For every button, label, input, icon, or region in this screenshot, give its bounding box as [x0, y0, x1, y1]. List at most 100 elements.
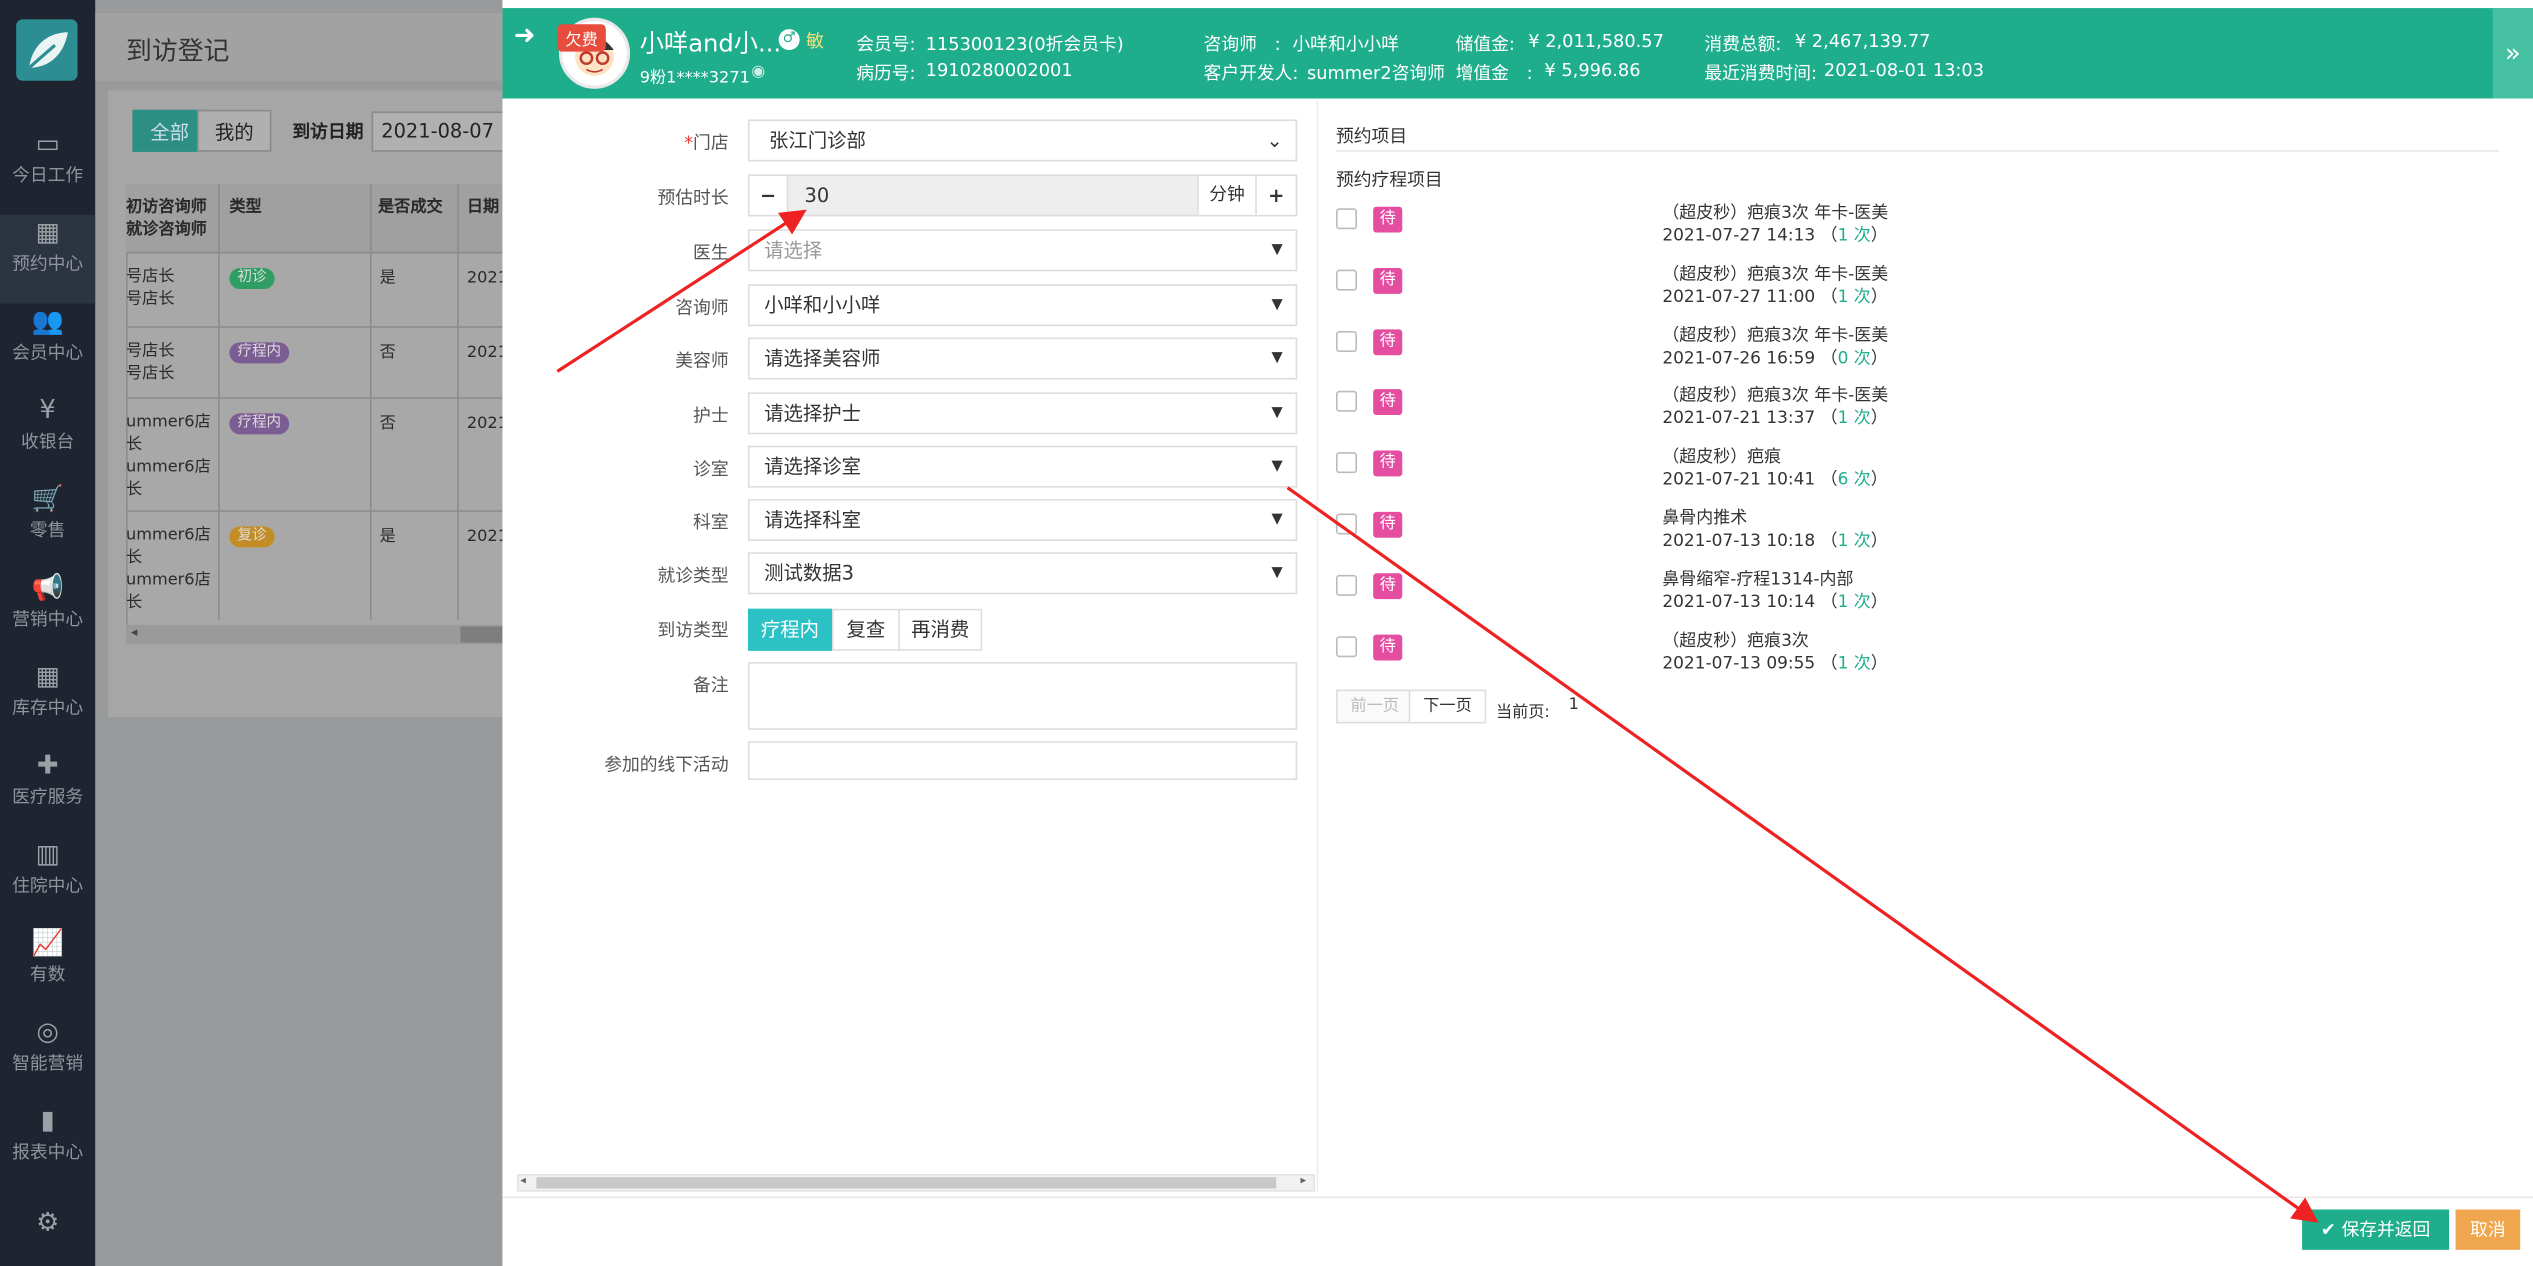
pending-badge: 待执行	[1373, 206, 1403, 279]
nav-item-label: 医疗服务	[12, 786, 84, 808]
plus-button[interactable]: +	[1255, 176, 1296, 215]
label-duration: 预估时长	[657, 187, 729, 209]
nav-item-2[interactable]: ▦ 预约中心	[0, 214, 96, 304]
item-date: 2021-07-13 10:14	[1662, 592, 1816, 612]
visit-type-review[interactable]: 复查	[831, 608, 900, 651]
monitor-icon: ▭	[35, 127, 60, 159]
nurse-value: 请选择护士	[764, 402, 862, 425]
item-name: （超皮秒）疤痕3次 年卡-医美	[1662, 386, 1889, 406]
page-number: 1	[1568, 695, 1579, 714]
table-cell-deal: 否	[379, 343, 396, 362]
section-title: 预约项目	[1336, 125, 1408, 147]
item-name: （超皮秒）疤痕3次 年卡-医美	[1662, 264, 1889, 284]
item-date-line: 2021-07-21 10:41 （6 次）	[1662, 470, 1888, 490]
room-select[interactable]: 请选择诊室 ▼	[747, 445, 1298, 488]
item-date-line: 2021-07-13 10:14 （1 次）	[1662, 592, 1888, 612]
nav-item-12[interactable]: ▮ 报表中心	[0, 1103, 95, 1192]
col-header-consultant: 初访咨询师 就诊咨询师	[126, 198, 207, 239]
duration-stepper[interactable]: − 30 分钟 +	[747, 174, 1298, 217]
store-select[interactable]: 张江门诊部 ⌄	[747, 119, 1298, 162]
prev-page-button[interactable]: 前一页	[1336, 689, 1414, 724]
pending-badge: 待执行	[1373, 267, 1403, 340]
table-cell-deal: 是	[379, 528, 396, 546]
nav-item-1[interactable]: ▭ 今日工作	[0, 126, 95, 215]
visit-kind-value: 测试数据3	[764, 561, 855, 585]
bg-scrollbar[interactable]	[126, 624, 505, 645]
duration-input[interactable]: 30	[805, 176, 830, 215]
nav-item-6[interactable]: 📢 营销中心	[0, 570, 95, 659]
consultant-value: 小咩和小小咩	[1292, 33, 1400, 55]
nav-item-7[interactable]: ▦ 库存中心	[0, 659, 95, 748]
item-checkbox[interactable]	[1336, 513, 1358, 535]
nav-item-10[interactable]: 📈 有数	[0, 925, 95, 1014]
bonus-value: ¥ 5,996.86	[1544, 59, 1641, 81]
line-chart-icon: 📈	[31, 926, 64, 958]
total-label: 消费总额:	[1704, 33, 1782, 55]
calendar-icon: ▦	[35, 216, 60, 248]
nav-item-3[interactable]: 👥 会员中心	[0, 304, 95, 393]
item-checkbox[interactable]	[1336, 269, 1358, 291]
nurse-select[interactable]: 请选择护士 ▼	[747, 392, 1298, 435]
minus-button[interactable]: −	[749, 176, 789, 215]
item-name: （超皮秒）疤痕3次 年卡-医美	[1662, 203, 1889, 223]
consultant-select[interactable]: 小咩和小小咩 ▼	[747, 284, 1298, 327]
yen-icon: ¥	[39, 394, 56, 425]
item-checkbox[interactable]	[1336, 635, 1358, 657]
sub-title: 预约疗程项目	[1336, 169, 1443, 191]
nav-item-label: 库存中心	[12, 697, 84, 719]
caret-down-icon: ▼	[1271, 242, 1283, 259]
cancel-button[interactable]: 取消	[2455, 1209, 2521, 1250]
visit-kind-select[interactable]: 测试数据3 ▼	[747, 552, 1298, 595]
label-room: 诊室	[693, 458, 729, 480]
item-date: 2021-07-21 10:41	[1662, 470, 1816, 490]
label-visit-kind: 就诊类型	[657, 565, 729, 587]
nav-item-9[interactable]: ▥ 住院中心	[0, 836, 95, 925]
visit-type-in-course[interactable]: 疗程内	[747, 608, 832, 651]
medkit-icon: ✚	[36, 749, 59, 780]
item-date-line: 2021-07-13 09:55 （1 次）	[1662, 653, 1888, 673]
dept-value: 请选择科室	[764, 508, 862, 532]
item-name: 鼻骨缩窄-疗程1314-内部	[1662, 569, 1854, 590]
item-checkbox[interactable]	[1336, 330, 1358, 352]
dept-select[interactable]: 请选择科室 ▼	[747, 498, 1298, 541]
nav-item-11[interactable]: ◎ 智能营销	[0, 1014, 95, 1103]
nav-item-label: 智能营销	[12, 1052, 84, 1074]
next-page-button[interactable]: 下一页	[1408, 689, 1487, 724]
nav-item-5[interactable]: 🛒 零售	[0, 481, 95, 570]
item-checkbox[interactable]	[1336, 391, 1358, 413]
pending-badge: 待执行	[1373, 389, 1403, 462]
caret-down-icon: ▼	[1271, 458, 1283, 475]
nav-item-4[interactable]: ¥ 收银台	[0, 392, 95, 481]
doctor-placeholder: 请选择	[764, 238, 823, 262]
stored-value: ¥ 2,011,580.57	[1528, 30, 1664, 52]
activity-input[interactable]	[747, 741, 1298, 780]
beautician-select[interactable]: 请选择美容师 ▼	[747, 337, 1298, 380]
visit-type-reconsume[interactable]: 再消费	[898, 608, 983, 651]
form-scrollbar-thumb[interactable]	[536, 1177, 1277, 1189]
item-count: 1 次	[1837, 226, 1871, 246]
item-checkbox[interactable]	[1336, 574, 1358, 596]
item-checkbox[interactable]	[1336, 208, 1358, 230]
nav-item-label: 报表中心	[12, 1141, 84, 1163]
item-checkbox[interactable]	[1336, 452, 1358, 474]
doctor-select[interactable]: 请选择 ▼	[747, 229, 1298, 272]
stored-label: 储值金:	[1455, 33, 1515, 55]
date-input[interactable]: 2021-08-07	[371, 111, 517, 152]
chevron-down-icon: ⌄	[1266, 129, 1283, 152]
label-dept: 科室	[693, 511, 729, 533]
remark-textarea[interactable]	[747, 662, 1298, 730]
save-return-button[interactable]: ✔ 保存并返回	[2302, 1209, 2450, 1250]
item-date: 2021-07-21 13:37	[1662, 409, 1816, 429]
table-cell-consultant: ummer6店 长 ummer6店 长	[126, 526, 211, 613]
developer-label: 客户开发人:	[1203, 62, 1299, 84]
col-header-deal: 是否成交	[378, 198, 443, 217]
eye-icon[interactable]: ◉	[751, 63, 765, 81]
nav-item-13[interactable]: ⚙	[0, 1188, 95, 1266]
nav-item-label: 零售	[29, 519, 66, 541]
tab-mine[interactable]: 我的	[197, 109, 272, 152]
pending-badge: 待执行	[1373, 450, 1403, 523]
collapse-icon[interactable]: »	[2492, 8, 2533, 99]
table-cell-consultant: ummer6店 长 ummer6店 长	[126, 413, 211, 499]
tab-all[interactable]: 全部	[132, 109, 207, 152]
nav-item-8[interactable]: ✚ 医疗服务	[0, 748, 95, 837]
